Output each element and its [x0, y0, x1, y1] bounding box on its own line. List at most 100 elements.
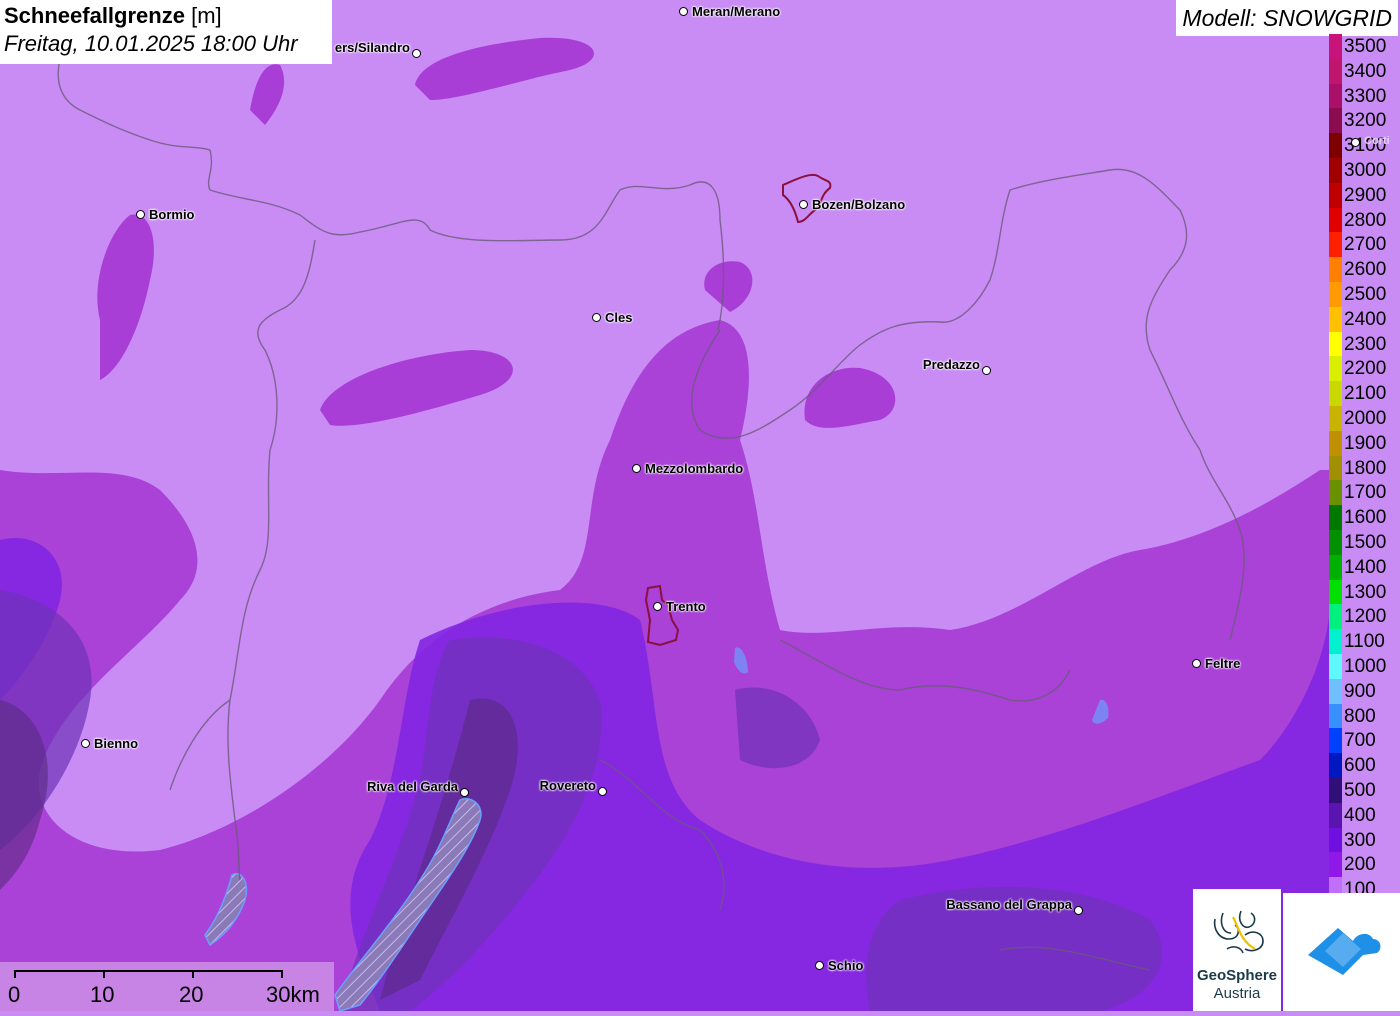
legend-row: 1400 [1329, 554, 1400, 580]
legend-swatch [1329, 356, 1342, 382]
legend-label: 2500 [1344, 283, 1387, 305]
scale-bar: 0 10 20 30km [0, 962, 334, 1011]
city-marker [982, 366, 991, 375]
geosphere-country: Austria [1213, 985, 1261, 1002]
scale-label-20: 20 [179, 982, 204, 1007]
legend-swatch [1329, 629, 1342, 654]
legend-row: 2200 [1329, 356, 1400, 382]
legend-label: 1900 [1344, 432, 1387, 454]
model-label: Modell: SNOWGRID [1176, 0, 1398, 36]
city-marker [412, 49, 421, 58]
legend-row: 2700 [1329, 232, 1400, 258]
map-title-box: Schneefallgrenze [m] Freitag, 10.01.2025… [0, 0, 332, 64]
legend-swatch [1329, 381, 1342, 406]
city-label: Bassano del Grappa [946, 897, 1072, 912]
legend-swatch [1329, 306, 1342, 332]
legend-row: 1900 [1329, 430, 1400, 456]
legend-row: 800 [1329, 703, 1400, 729]
city-marker [598, 787, 607, 796]
city-label: Bormio [149, 207, 195, 222]
legend-swatch [1329, 58, 1342, 84]
legend-row: 500 [1329, 777, 1400, 803]
geosphere-swirl-icon [1213, 910, 1264, 954]
legend-swatch [1329, 455, 1342, 481]
legend-label: 2600 [1344, 259, 1387, 281]
geosphere-name: GeoSphere [1196, 967, 1278, 984]
legend-label: 2400 [1344, 308, 1387, 330]
legend-swatch [1329, 802, 1342, 828]
city-marker [653, 602, 662, 611]
legend-swatch [1329, 257, 1342, 282]
city-label: Schio [828, 958, 864, 973]
city-label: Riva del Garda [366, 779, 458, 794]
city-marker [799, 200, 808, 209]
legend-row: 3300 [1329, 83, 1400, 109]
legend-row: 2800 [1329, 207, 1400, 233]
legend-row: 1100 [1329, 629, 1400, 654]
city-label: Meran/Merano [692, 4, 781, 19]
map-datetime: Freitag, 10.01.2025 18:00 Uhr [4, 31, 298, 56]
legend-row: 1700 [1329, 480, 1400, 506]
legend-label: 1000 [1344, 655, 1387, 677]
legend-label: 500 [1344, 779, 1376, 801]
city-label: Feltre [1205, 656, 1241, 671]
legend-label: 1500 [1344, 531, 1387, 553]
legend-row: 2000 [1329, 405, 1400, 431]
city-label: ers/Silandro [334, 40, 410, 55]
legend-swatch [1329, 554, 1342, 580]
legend-swatch [1329, 430, 1342, 456]
legend-swatch [1329, 83, 1342, 109]
legend-row: 900 [1329, 678, 1400, 704]
legend-swatch [1329, 753, 1342, 778]
legend-row: 200 [1329, 852, 1400, 878]
legend-swatch [1329, 232, 1342, 258]
legend-label: 800 [1344, 705, 1376, 727]
legend-row: 3200 [1329, 108, 1400, 134]
legend-swatch [1329, 207, 1342, 233]
snowfall-limit-map[interactable] [0, 0, 1400, 1011]
legend-label: 2200 [1344, 358, 1387, 380]
weather-app-logo[interactable] [1283, 893, 1400, 1011]
legend-label: 2300 [1344, 333, 1387, 355]
legend-row: 1000 [1329, 653, 1400, 679]
city-marker [1192, 659, 1201, 668]
legend-label: 1200 [1344, 606, 1387, 628]
legend-swatch [1329, 604, 1342, 630]
geosphere-logo[interactable]: GeoSphere Austria [1193, 889, 1281, 1011]
legend-row: 400 [1329, 802, 1400, 828]
legend-label: 2100 [1344, 383, 1387, 405]
city-marker [1351, 138, 1360, 147]
legend-row: 2500 [1329, 281, 1400, 307]
scale-label-30km: 30km [266, 982, 320, 1007]
city-label: Corti [1364, 135, 1390, 147]
legend-label: 1400 [1344, 556, 1387, 578]
legend-swatch [1329, 133, 1342, 158]
city-marker [81, 739, 90, 748]
legend-label: 900 [1344, 680, 1376, 702]
scale-label-10: 10 [90, 982, 115, 1007]
map-title: Schneefallgrenze [m] [4, 3, 222, 28]
legend-label: 1300 [1344, 581, 1387, 603]
cloud-house-icon [1308, 928, 1381, 975]
city-label: Cles [605, 310, 633, 325]
legend-label: 300 [1344, 829, 1376, 851]
legend-label: 2700 [1344, 234, 1387, 256]
legend-label: 3500 [1344, 36, 1387, 57]
legend-row: 1800 [1329, 455, 1400, 481]
legend-label: 700 [1344, 730, 1376, 752]
legend-row: 3400 [1329, 58, 1400, 84]
legend-swatch [1329, 505, 1342, 530]
legend-label: 2900 [1344, 184, 1387, 206]
city-marker [592, 313, 601, 322]
legend-swatch [1329, 777, 1342, 803]
legend-swatch [1329, 331, 1342, 357]
legend-swatch [1329, 728, 1342, 754]
city-label: Mezzolombardo [645, 461, 744, 476]
scale-label-0: 0 [8, 982, 21, 1007]
legend-row: 700 [1329, 728, 1400, 754]
legend-row: 2600 [1329, 257, 1400, 282]
legend-label: 2000 [1344, 407, 1387, 429]
city-marker [679, 7, 688, 16]
legend-label: 2800 [1344, 209, 1387, 231]
legend-row: 3000 [1329, 157, 1400, 183]
